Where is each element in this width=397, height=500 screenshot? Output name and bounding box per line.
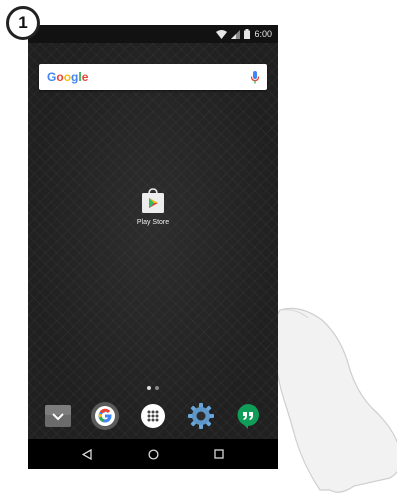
back-icon [82,448,92,460]
page-dot-active [147,386,151,390]
status-bar: 6:00 [28,25,278,43]
wifi-icon [216,29,228,39]
back-button[interactable] [77,444,97,464]
app-play-store[interactable]: Play Store [128,188,178,226]
status-time: 6:00 [254,29,272,39]
dock-downloads[interactable] [43,401,73,431]
phone-screen: 6:00 Google Play Store [28,25,278,469]
recents-button[interactable] [209,444,229,464]
step-badge: 1 [6,6,40,40]
dock [28,397,278,435]
step-number: 1 [18,13,28,32]
mic-icon[interactable] [251,70,259,84]
hangouts-icon [237,404,260,429]
settings-icon [187,403,214,429]
google-logo: Google [47,70,89,84]
google-search-bar[interactable]: Google [39,64,267,90]
play-store-icon [142,188,164,213]
app-label: Play Store [136,219,170,226]
downloads-icon [44,405,71,427]
navigation-bar [28,439,278,469]
home-icon [147,448,159,460]
google-icon [91,402,120,430]
dock-hangouts[interactable] [233,401,263,431]
app-drawer-icon [140,404,165,428]
dock-app-drawer[interactable] [138,401,168,431]
signal-icon [231,29,241,39]
page-dot [155,386,159,390]
dock-google[interactable] [90,401,120,431]
dock-settings[interactable] [186,401,216,431]
recents-icon [214,449,224,459]
page-indicator [28,386,278,390]
battery-icon [244,29,251,39]
home-button[interactable] [143,444,163,464]
